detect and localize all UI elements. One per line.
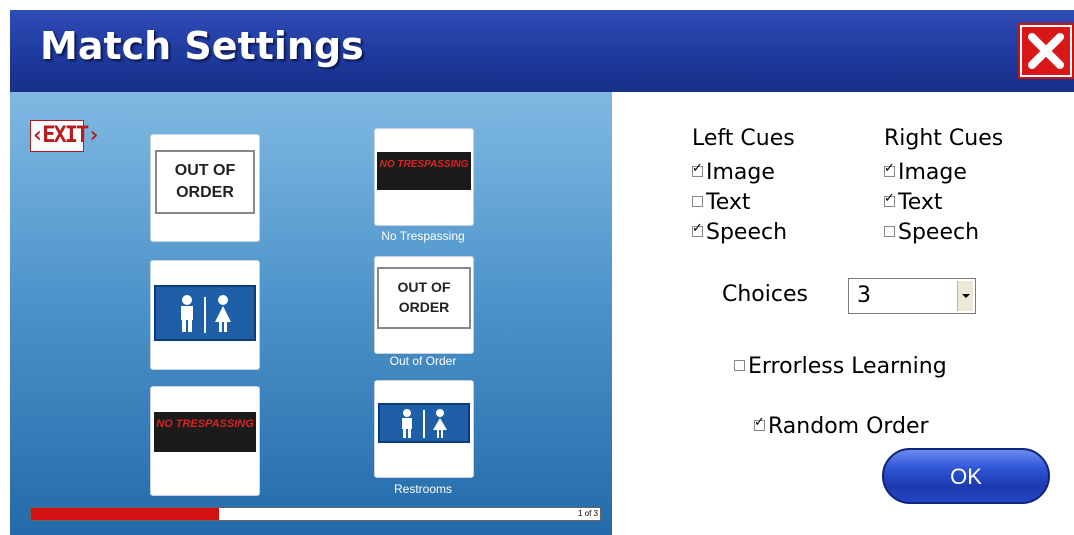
progress-count: 1 of 3 [577, 509, 598, 518]
ok-button[interactable]: OK [882, 448, 1050, 504]
left-speech-checkbox[interactable]: Speech [692, 220, 787, 245]
dialog-titlebar: Match Settings [10, 10, 1074, 92]
checkbox-label: Text [898, 190, 943, 215]
out-of-order-sign: OUT OF ORDER [155, 150, 255, 214]
checkbox-box [754, 415, 765, 431]
chevron-down-icon[interactable] [957, 281, 973, 311]
exit-sign-image: ‹EXIT› [30, 120, 100, 152]
caption-out-of-order: Out of Order [389, 354, 457, 368]
errorless-learning-checkbox[interactable]: Errorless Learning [734, 354, 947, 379]
left-cues-heading: Left Cues [692, 126, 795, 151]
out-of-order-sign: OUT OF ORDER [377, 267, 471, 329]
caption-no-trespassing: No Trespassing [381, 229, 465, 243]
choices-value: 3 [857, 283, 871, 308]
right-speech-checkbox[interactable]: Speech [884, 220, 979, 245]
dialog-title: Match Settings [40, 24, 364, 68]
card-restrooms-2[interactable] [374, 380, 474, 478]
checkbox-box [884, 161, 895, 177]
progress-bar: 1 of 3 [30, 507, 601, 521]
checkbox-box [884, 191, 895, 207]
caption-restrooms: Restrooms [393, 482, 452, 496]
right-image-checkbox[interactable]: Image [884, 160, 967, 185]
no-trespassing-sign: NO TRESPASSING [377, 152, 471, 190]
restroom-sign [378, 403, 470, 443]
card-out-of-order-2[interactable]: OUT OF ORDER [374, 256, 474, 354]
card-out-of-order[interactable]: OUT OF ORDER [150, 134, 260, 242]
checkbox-box [692, 195, 703, 207]
checkbox-label: Speech [706, 220, 788, 245]
no-trespassing-sign: NO TRESPASSING [154, 412, 256, 452]
choices-label: Choices [722, 282, 808, 307]
checkbox-box [884, 225, 895, 237]
restroom-sign [154, 285, 256, 341]
choices-dropdown[interactable]: 3 [848, 278, 976, 314]
checkbox-label: Random Order [768, 414, 929, 439]
left-text-checkbox[interactable]: Text [692, 190, 751, 215]
restroom-icon [181, 295, 231, 333]
progress-fill [31, 508, 219, 520]
ok-button-label: OK [950, 464, 982, 489]
checkbox-label: Image [706, 160, 775, 185]
left-image-checkbox[interactable]: Image [692, 160, 775, 185]
checkbox-box [692, 221, 703, 237]
right-cues-heading: Right Cues [884, 126, 1004, 151]
close-button[interactable] [1018, 23, 1074, 79]
random-order-checkbox[interactable]: Random Order [754, 414, 929, 439]
checkbox-label: Text [706, 190, 751, 215]
card-no-trespassing[interactable]: NO TRESPASSING [374, 128, 474, 226]
checkbox-box [734, 359, 745, 371]
card-no-trespassing-2[interactable]: NO TRESPASSING [150, 386, 260, 496]
close-icon [1022, 27, 1070, 75]
checkbox-label: Speech [898, 220, 980, 245]
restroom-icon [402, 409, 447, 438]
checkbox-label: Image [898, 160, 967, 185]
right-text-checkbox[interactable]: Text [884, 190, 943, 215]
checkbox-box [692, 161, 703, 177]
checkbox-label: Errorless Learning [748, 354, 947, 379]
match-preview-panel: ‹EXIT› OUT OF ORDER NO TRESPASSING No Tr… [10, 92, 612, 535]
card-restrooms[interactable] [150, 260, 260, 370]
